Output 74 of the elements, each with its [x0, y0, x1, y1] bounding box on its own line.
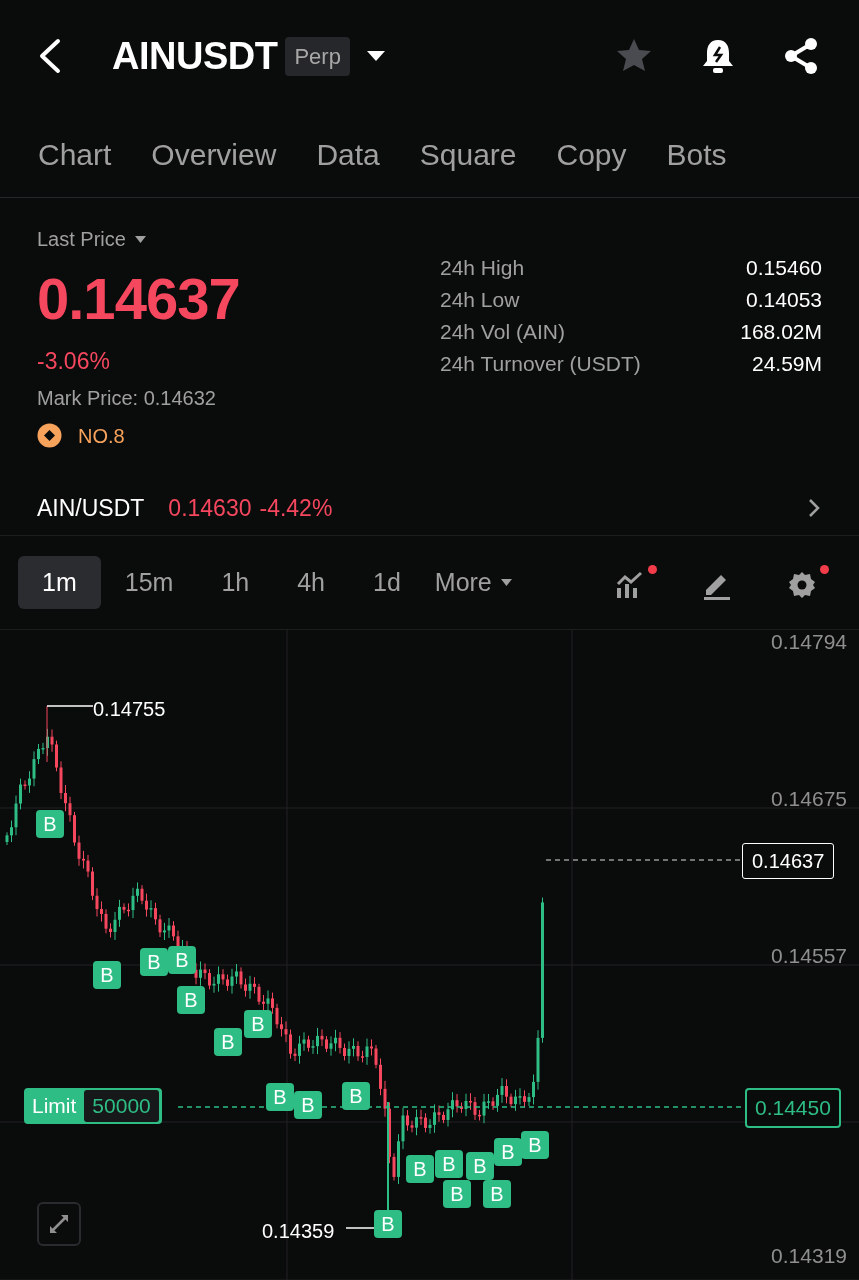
buy-marker: B	[36, 810, 64, 838]
buy-marker: B	[521, 1131, 549, 1159]
limit-price-tag: 0.14450	[745, 1088, 841, 1128]
buy-marker: B	[244, 1010, 272, 1038]
stat-value: 0.14053	[746, 287, 822, 313]
last-price-label[interactable]: Last Price	[37, 224, 126, 254]
more-dropdown[interactable]: More	[424, 555, 537, 610]
buy-marker: B	[140, 948, 168, 976]
axis-label: 0.14794	[771, 629, 847, 655]
leader-line	[47, 704, 93, 708]
chevron-right-icon[interactable]	[808, 497, 820, 518]
indicators-icon	[615, 570, 645, 601]
tab[interactable]: Copy	[556, 132, 627, 177]
interval-tab[interactable]: 15m	[100, 555, 198, 610]
buy-marker: B	[374, 1210, 402, 1238]
buy-marker: B	[342, 1082, 370, 1110]
stat-value: 0.15460	[746, 255, 822, 281]
leader-line	[346, 1226, 374, 1230]
limit-amount: 50000	[84, 1090, 159, 1122]
buy-marker: B	[494, 1138, 522, 1166]
rank-label: NO.8	[78, 423, 125, 449]
high-price-label: 0.14755	[93, 697, 166, 722]
tool-button[interactable]	[615, 564, 657, 601]
settings-icon	[787, 570, 817, 601]
caret-icon[interactable]	[365, 49, 386, 63]
buy-marker: B	[93, 961, 121, 989]
stat-label: 24h Low	[440, 287, 520, 313]
expand-icon	[48, 1213, 70, 1235]
tool-button[interactable]	[787, 564, 829, 601]
limit-label: Limit	[32, 1093, 77, 1119]
interval-tab[interactable]: 1d	[349, 555, 425, 610]
caret-icon[interactable]	[133, 234, 147, 244]
buy-marker: B	[177, 986, 205, 1014]
tab[interactable]: Square	[419, 132, 517, 177]
stat-label: 24h High	[440, 255, 525, 281]
share-icon[interactable]	[783, 37, 819, 75]
buy-marker: B	[406, 1155, 434, 1183]
tab[interactable]: Chart	[38, 132, 112, 177]
buy-marker: B	[466, 1152, 494, 1180]
buy-marker: B	[435, 1150, 463, 1178]
stat-label: 24h Vol (AIN)	[440, 319, 565, 345]
buy-marker: B	[294, 1091, 322, 1119]
tab[interactable]: Overview	[151, 132, 277, 177]
spot-price: 0.14630	[168, 493, 252, 523]
stat-value: 24.59M	[751, 351, 822, 377]
buy-marker: B	[214, 1028, 242, 1056]
mark-price: Mark Price: 0.14632	[37, 385, 217, 411]
bell-icon[interactable]	[701, 37, 735, 75]
stat-value: 168.02M	[740, 319, 822, 345]
axis-label: 0.14557	[771, 943, 847, 969]
rank-icon	[37, 423, 62, 448]
buy-marker: B	[266, 1083, 294, 1111]
spot-pair[interactable]: AIN/USDT	[37, 490, 145, 525]
limit-order-tag[interactable]: Limit 50000	[24, 1088, 162, 1124]
low-price-label: 0.14359	[262, 1219, 335, 1244]
tab[interactable]: Data	[316, 132, 380, 177]
tab[interactable]: Bots	[666, 132, 727, 177]
interval-tab[interactable]: 1h	[197, 555, 274, 610]
interval-tab[interactable]: 4h	[273, 555, 349, 610]
interval-tab[interactable]: 1m	[18, 555, 101, 610]
caret-icon	[499, 578, 513, 587]
buy-marker: B	[483, 1180, 511, 1208]
contract-badge: Perp	[285, 36, 350, 76]
axis-label: 0.14675	[771, 786, 847, 812]
expand-button[interactable]	[37, 1202, 81, 1246]
stat-label: 24h Turnover (USDT)	[440, 351, 641, 377]
last-price: 0.14637	[37, 270, 241, 328]
spot-change: -4.42%	[259, 493, 333, 523]
buy-marker: B	[443, 1180, 471, 1208]
price-change: -3.06%	[37, 347, 111, 376]
buy-marker: B	[168, 946, 196, 974]
current-price-tag: 0.14637	[742, 843, 835, 879]
axis-label: 0.14319	[771, 1243, 847, 1269]
symbol-title: AINUSDT	[112, 33, 278, 79]
